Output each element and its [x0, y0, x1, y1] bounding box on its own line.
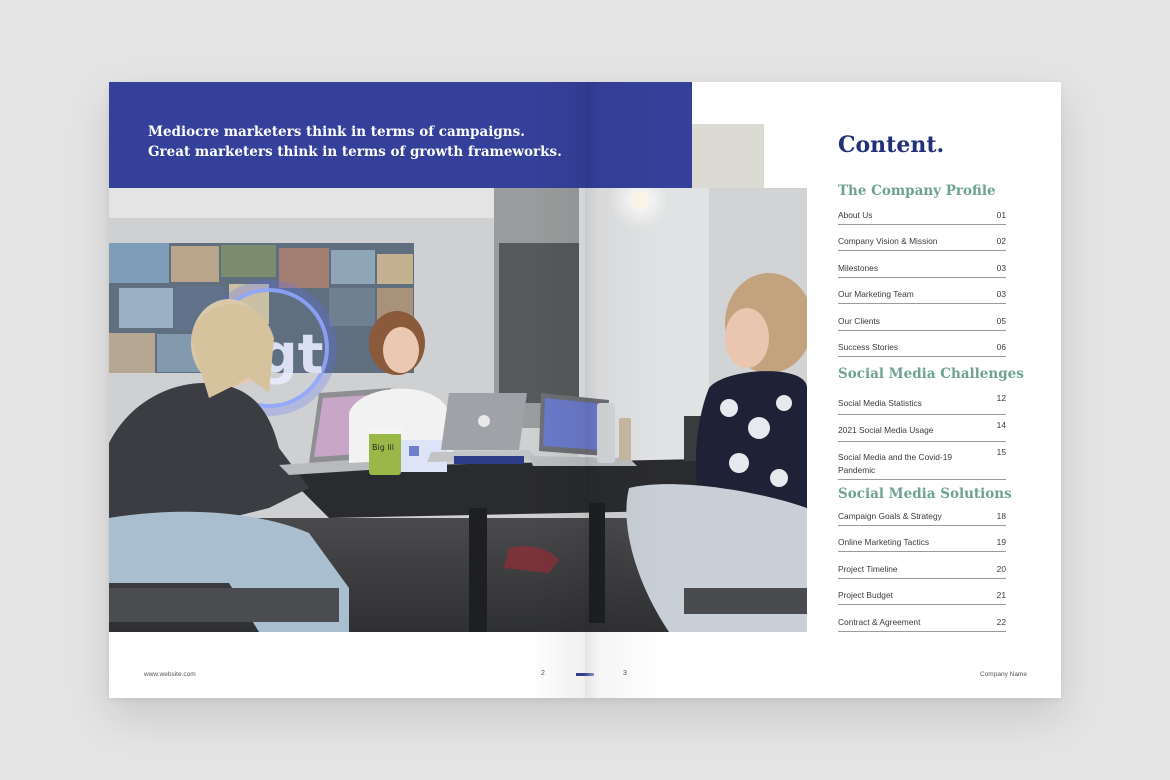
toc-item[interactable]: About Us 01	[838, 209, 1006, 225]
page-indicator-bar	[576, 673, 594, 676]
toc-item-page: 21	[996, 590, 1006, 600]
toc-item-label: Milestones	[838, 263, 879, 273]
page-number-right: 3	[623, 670, 627, 677]
toc-section-heading: Social Media Solutions	[838, 486, 1012, 502]
toc-item-page: 18	[996, 511, 1006, 521]
page-number-left: 2	[541, 670, 545, 677]
toc-section-heading: The Company Profile	[838, 183, 996, 199]
toc-item-label: Online Marketing Tactics	[838, 537, 930, 547]
toc-item-page: 14	[996, 420, 1006, 430]
footer-company-name: Company Name	[980, 671, 1027, 678]
toc-item-page: 03	[996, 263, 1006, 273]
toc-item[interactable]: Contract & Agreement 22	[838, 616, 1006, 632]
footer-website: www.website.com	[144, 671, 196, 678]
toc-item-page: 15	[996, 447, 1006, 457]
water-bottle	[597, 403, 615, 463]
toc-item-label: Social Media Statistics	[838, 398, 922, 408]
toc-item[interactable]: Company Vision & Mission 02	[838, 235, 1006, 251]
office-team-photo: gt Big lil	[109, 188, 807, 632]
toc-item-page: 02	[996, 236, 1006, 246]
toc-item[interactable]: Success Stories 06	[838, 341, 1006, 357]
toc-item-label: Success Stories	[838, 342, 899, 352]
toc-item-label: Our Clients	[838, 316, 880, 326]
toc-item[interactable]: Our Marketing Team 03	[838, 288, 1006, 304]
toc-item-page: 12	[996, 393, 1006, 403]
toc-item-label: About Us	[838, 210, 873, 220]
person-right-chair	[684, 588, 807, 614]
toc-item-label: Project Timeline	[838, 564, 898, 574]
toc-item[interactable]: Social Media and the Covid-19 Pandemic 1…	[838, 446, 1006, 480]
person-left-chair	[109, 588, 339, 622]
beige-accent-block	[692, 124, 764, 188]
toc-item[interactable]: 2021 Social Media Usage 14	[838, 419, 1006, 442]
toc-item-page: 22	[996, 617, 1006, 627]
toc-item[interactable]: Campaign Goals & Strategy 18	[838, 510, 1006, 526]
toc-item-label: Campaign Goals & Strategy	[838, 511, 942, 521]
toc-item-label: Project Budget	[838, 590, 893, 600]
toc-item-label: 2021 Social Media Usage	[838, 425, 934, 435]
toc-item[interactable]: Milestones 03	[838, 262, 1006, 278]
toc-item-page: 19	[996, 537, 1006, 547]
toc-item-page: 01	[996, 210, 1006, 220]
toc-item-label: Contract & Agreement	[838, 617, 921, 627]
toc-section-heading: Social Media Challenges	[838, 366, 1024, 382]
toc-item[interactable]: Online Marketing Tactics 19	[838, 536, 1006, 552]
brochure-spread: Mediocre marketers think in terms of cam…	[109, 82, 1061, 698]
toc-item-label: Social Media and the Covid-19	[838, 452, 953, 462]
toc-item[interactable]: Our Clients 05	[838, 315, 1006, 331]
toc-item-page: 20	[996, 564, 1006, 574]
toc-item-label-continued: Pandemic	[838, 465, 876, 475]
toc-item[interactable]: Project Timeline 20	[838, 563, 1006, 579]
toc-title: Content.	[838, 132, 945, 158]
quote-line-2: Great marketers think in terms of growth…	[148, 144, 562, 160]
toc-item-label: Company Vision & Mission	[838, 236, 938, 246]
quote-line-1: Mediocre marketers think in terms of cam…	[148, 124, 525, 140]
photo-illustration: gt Big lil	[109, 188, 807, 632]
toc-item-page: 05	[996, 316, 1006, 326]
toc-item-page: 06	[996, 342, 1006, 352]
green-cup	[369, 431, 401, 475]
banner-quote: Mediocre marketers think in terms of cam…	[148, 122, 562, 162]
toc-item-page: 03	[996, 289, 1006, 299]
quote-banner: Mediocre marketers think in terms of cam…	[109, 82, 692, 188]
toc-item[interactable]: Social Media Statistics 12	[838, 392, 1006, 415]
toc-item[interactable]: Project Budget 21	[838, 589, 1006, 605]
toc-item-label: Our Marketing Team	[838, 289, 914, 299]
cup-text: Big lil	[372, 443, 394, 452]
